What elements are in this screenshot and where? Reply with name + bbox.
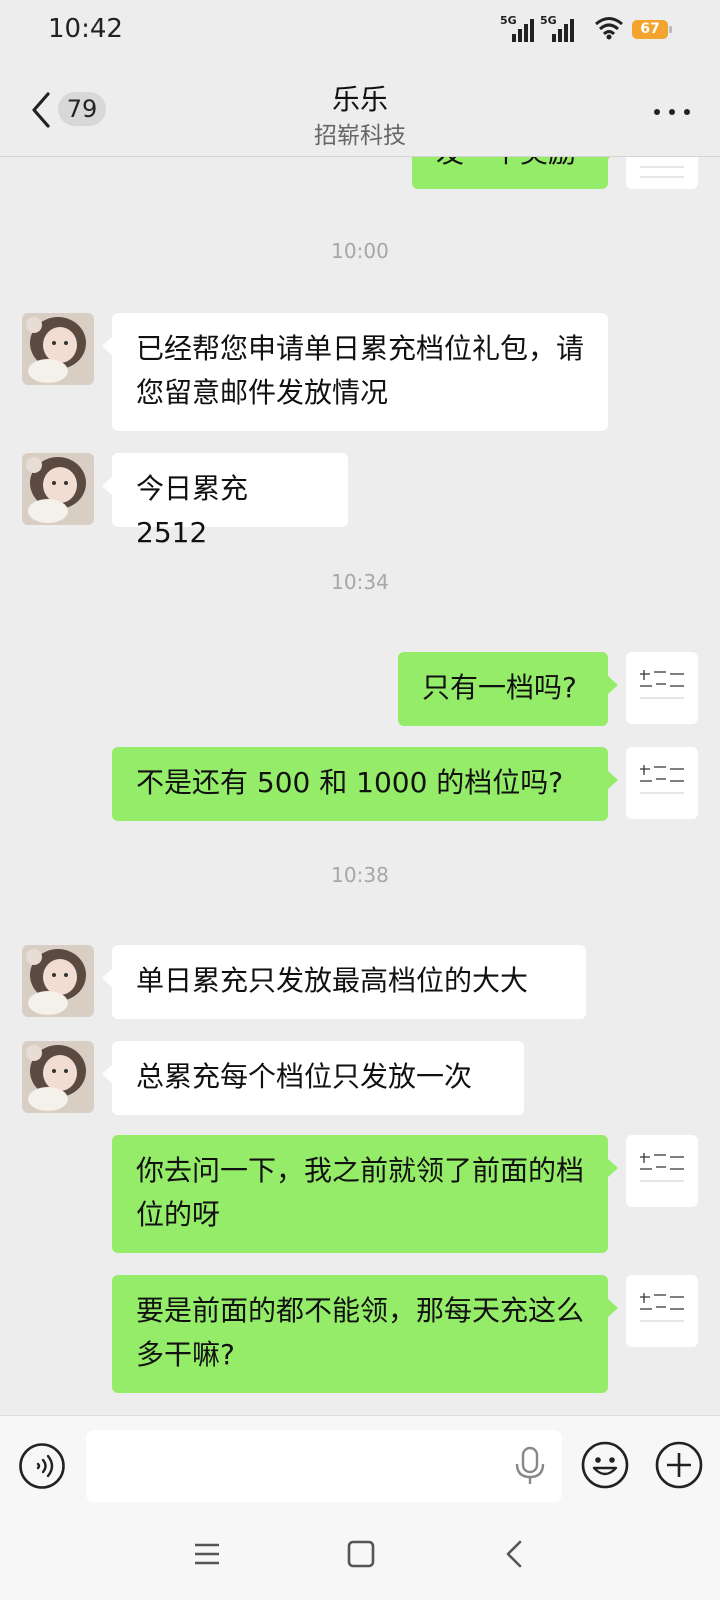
message-bubble-outgoing[interactable]: 不是还有 500 和 1000 的档位吗? [112, 747, 618, 821]
contact-avatar[interactable] [22, 1041, 94, 1113]
message-bubble-outgoing[interactable]: 只有一档吗? [398, 652, 618, 726]
contact-avatar[interactable] [22, 945, 94, 1017]
status-time: 10:42 [48, 14, 123, 44]
timestamp: 10:00 [331, 239, 389, 263]
message-bubble-incoming[interactable]: 今日累充 2512 [102, 453, 348, 549]
user-avatar-sticker[interactable] [626, 652, 698, 724]
message-bubble-incoming[interactable]: 单日累充只发放最高档位的大大 [102, 945, 586, 1019]
chat-subtitle: 招崭科技 [314, 123, 406, 149]
message-list[interactable]: 发一个奖励 10:00 已经帮您申请单日累充档位礼包，请您留意邮件发放情况 今日… [0, 157, 720, 1415]
user-avatar-sticker[interactable] [626, 1135, 698, 1207]
wifi-icon [595, 17, 623, 40]
contact-avatar[interactable] [22, 313, 94, 385]
user-avatar-sticker[interactable] [626, 747, 698, 819]
signal-icon-2: 5G [540, 14, 576, 42]
user-avatar-sticker[interactable] [626, 1275, 698, 1347]
menu-icon[interactable] [192, 1539, 222, 1569]
signal-icon-1: 5G [500, 14, 536, 42]
contact-avatar[interactable] [22, 453, 94, 525]
timestamp: 10:34 [331, 570, 389, 594]
emoji-icon[interactable] [580, 1440, 630, 1490]
microphone-icon[interactable] [512, 1446, 548, 1486]
battery-icon: 67 [632, 20, 672, 39]
message-bubble-outgoing[interactable]: 发一个奖励 [412, 157, 618, 189]
nav-back-icon[interactable] [500, 1539, 530, 1569]
chat-header: 79 乐乐 招崭科技 [0, 60, 720, 157]
message-bubble-incoming[interactable]: 已经帮您申请单日累充档位礼包，请您留意邮件发放情况 [102, 313, 608, 431]
input-bar [0, 1415, 720, 1512]
status-bar: 10:42 5G 5G 67 [0, 0, 720, 60]
message-bubble-outgoing[interactable]: 你去问一下，我之前就领了前面的档位的呀 [112, 1135, 618, 1253]
more-dots-icon[interactable] [652, 100, 692, 120]
plus-icon[interactable] [654, 1440, 704, 1490]
message-bubble-outgoing[interactable]: 要是前面的都不能领，那每天充这么多干嘛? [112, 1275, 618, 1393]
timestamp: 10:38 [331, 863, 389, 887]
voice-icon[interactable] [18, 1442, 66, 1490]
home-square-icon[interactable] [346, 1539, 376, 1569]
message-bubble-incoming[interactable]: 总累充每个档位只发放一次 [102, 1041, 524, 1115]
message-input[interactable] [86, 1430, 562, 1502]
chat-title: 乐乐 [331, 83, 388, 116]
system-nav-bar [0, 1511, 720, 1600]
user-avatar-sticker[interactable] [626, 157, 698, 189]
